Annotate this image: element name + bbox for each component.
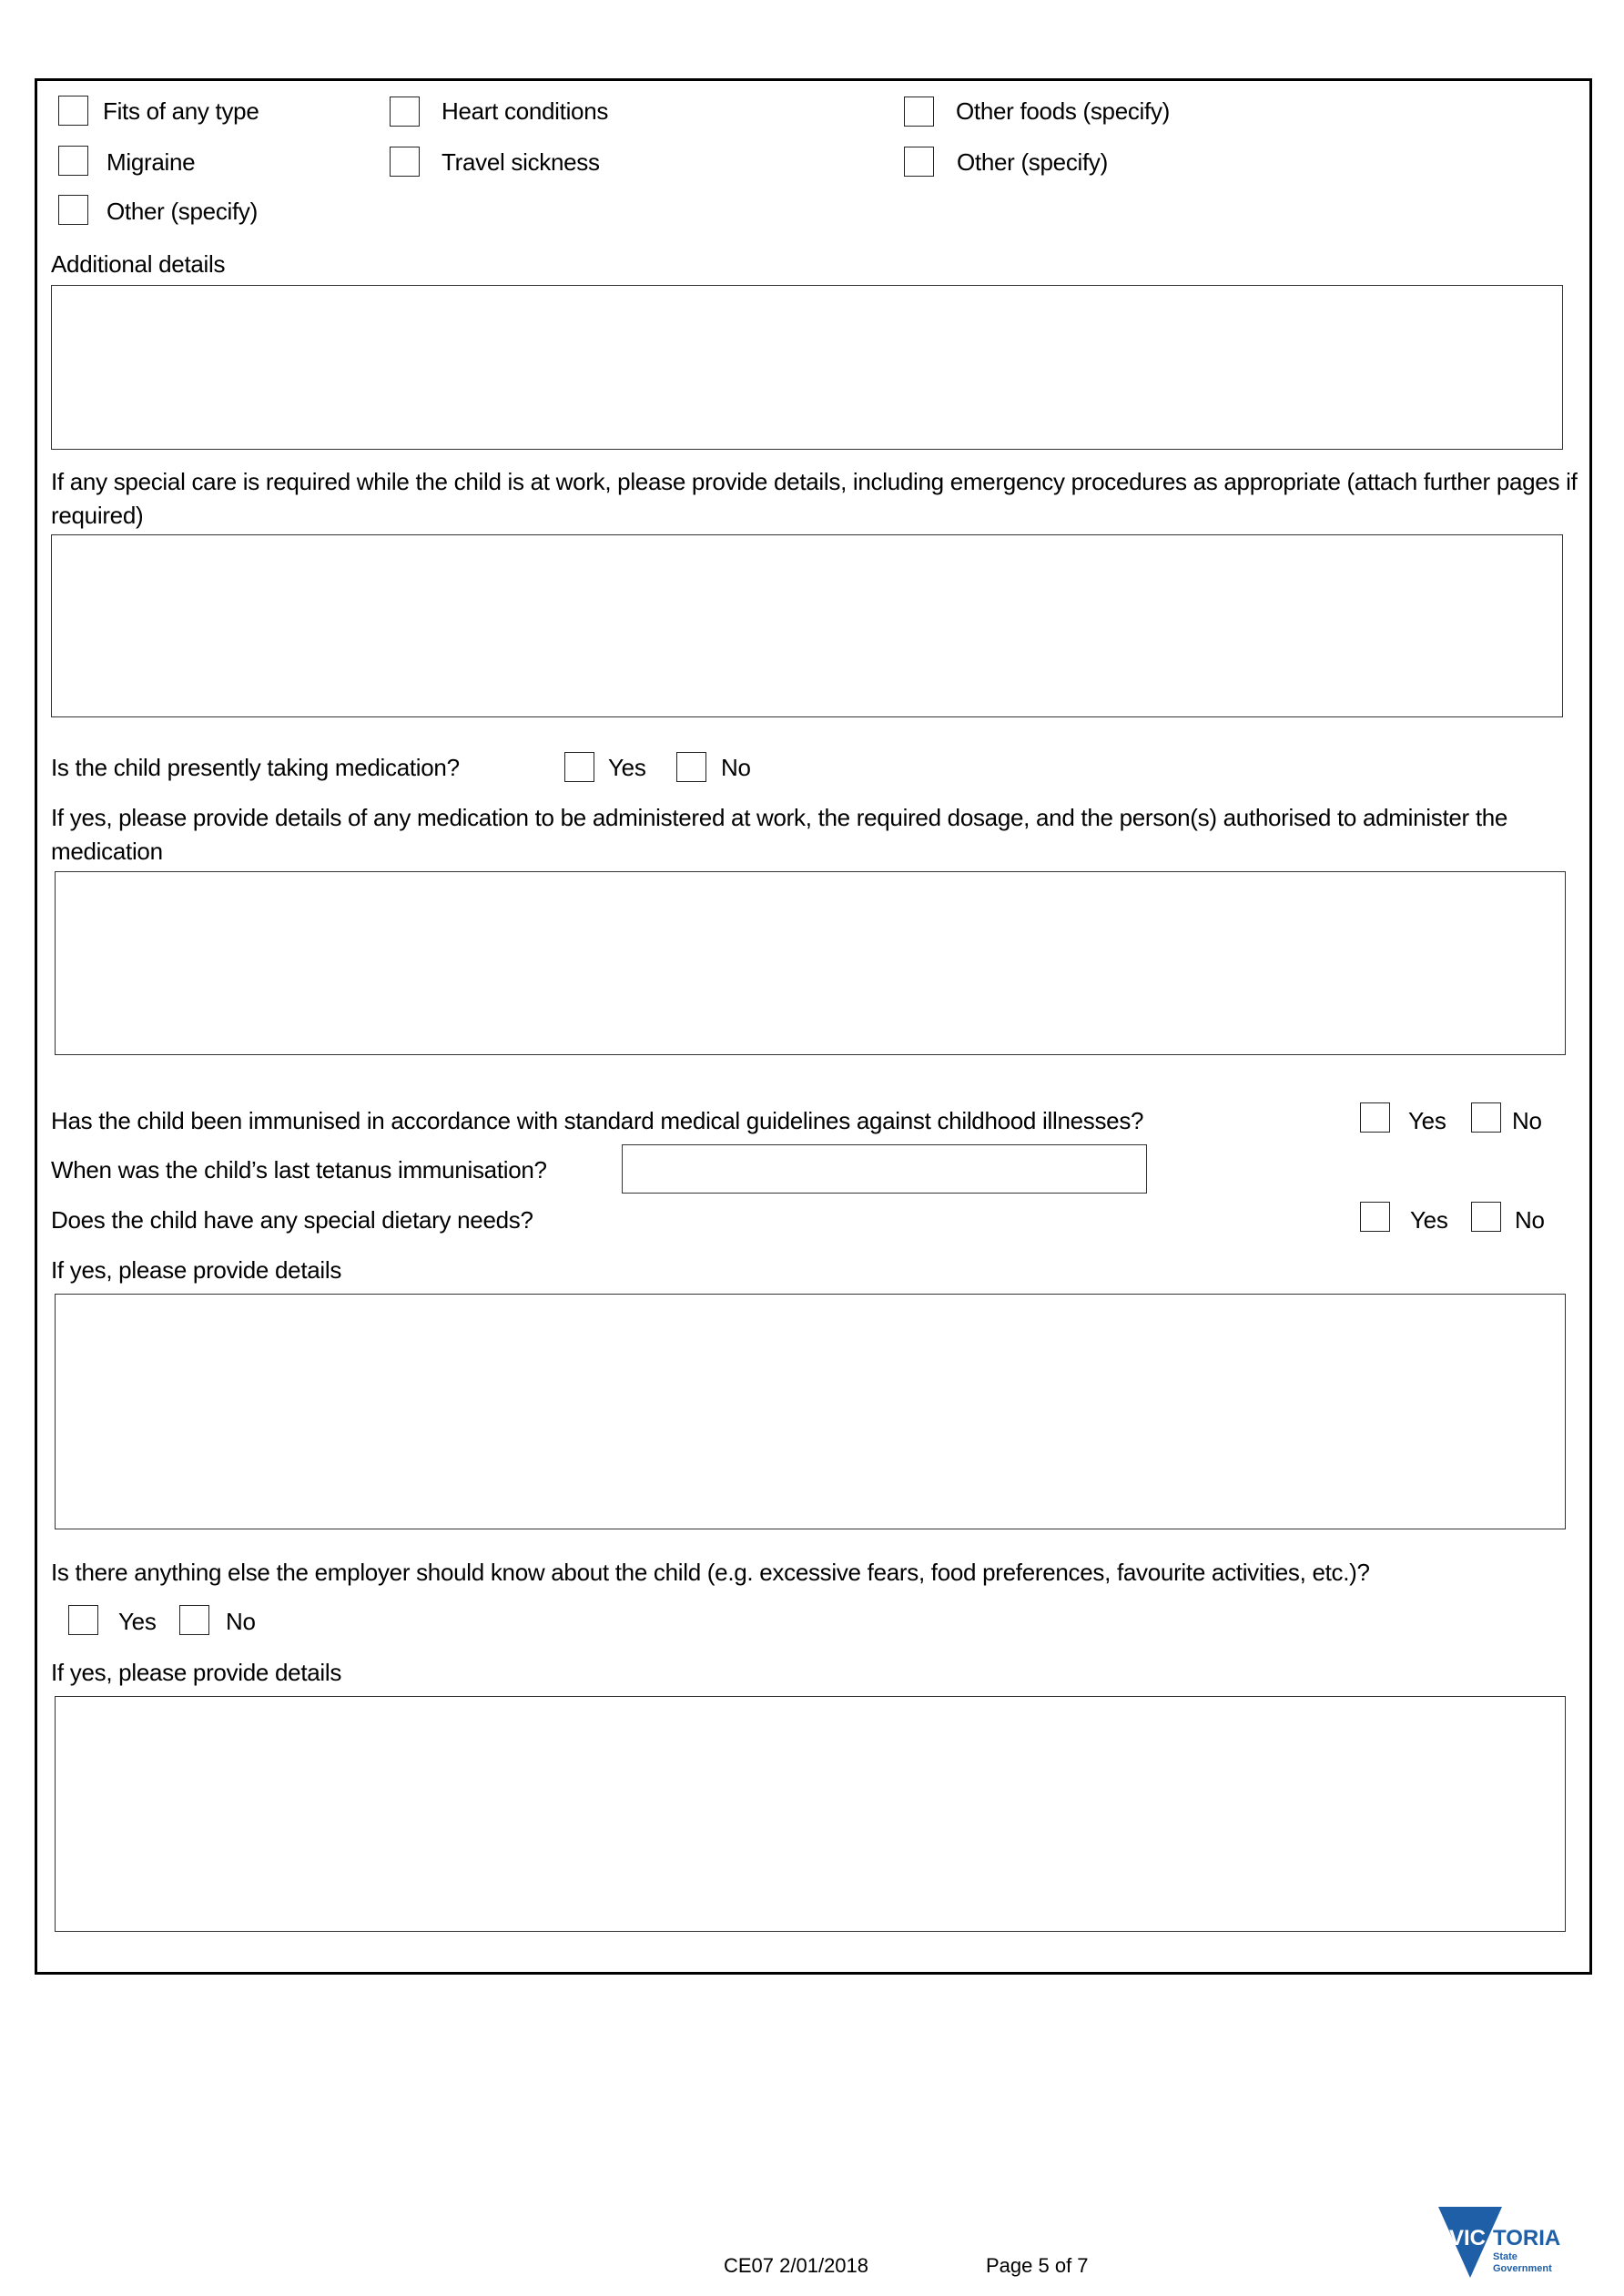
dietary-yes-checkbox[interactable] <box>1360 1202 1390 1232</box>
medication-no-checkbox[interactable] <box>676 752 706 782</box>
form-code: CE07 2/01/2018 <box>724 2254 869 2277</box>
anything-else-details-field[interactable] <box>55 1696 1566 1932</box>
dietary-no-label: No <box>1515 1206 1545 1234</box>
logo-text-victoria-outer: TORIA <box>1493 2226 1560 2250</box>
checkbox-other-foods[interactable] <box>904 97 934 127</box>
immunised-yes-label: Yes <box>1408 1107 1446 1134</box>
tetanus-date-field[interactable] <box>622 1144 1147 1194</box>
anything-else-question: Is there anything else the employer shou… <box>51 1559 1370 1586</box>
immunised-yes-checkbox[interactable] <box>1360 1102 1390 1133</box>
medication-yes-label: Yes <box>608 754 646 781</box>
medication-no-label: No <box>721 754 751 781</box>
checkbox-heart-conditions[interactable] <box>390 97 420 127</box>
label-fits: Fits of any type <box>103 97 259 125</box>
dietary-details-label: If yes, please provide details <box>51 1256 342 1284</box>
dietary-question: Does the child have any special dietary … <box>51 1206 533 1234</box>
additional-details-label: Additional details <box>51 250 226 278</box>
victoria-state-government-logo: VIC VICTORIA TORIA State Government <box>1438 2207 1560 2278</box>
medication-details-label: If yes, please provide details of any me… <box>51 804 1508 865</box>
label-travel-sickness: Travel sickness <box>442 148 600 176</box>
special-care-label: If any special care is required while th… <box>51 468 1578 529</box>
anything-else-yes-checkbox[interactable] <box>68 1605 98 1635</box>
label-migraine: Migraine <box>107 148 196 176</box>
dietary-details-field[interactable] <box>55 1294 1566 1529</box>
checkbox-migraine[interactable] <box>58 146 88 176</box>
medication-details-field[interactable] <box>55 871 1566 1055</box>
immunised-question: Has the child been immunised in accordan… <box>51 1107 1144 1134</box>
medication-yes-checkbox[interactable] <box>564 752 594 782</box>
label-other-foods: Other foods (specify) <box>956 97 1171 125</box>
label-heart-conditions: Heart conditions <box>442 97 609 125</box>
page-number: Page 5 of 7 <box>986 2254 1089 2277</box>
special-care-field[interactable] <box>51 534 1563 717</box>
label-other-specify-2: Other (specify) <box>957 148 1108 176</box>
label-other-specify-1: Other (specify) <box>107 198 258 225</box>
logo-text-government: Government <box>1493 2263 1552 2274</box>
immunised-no-label: No <box>1512 1107 1542 1134</box>
checkbox-travel-sickness[interactable] <box>390 147 420 177</box>
anything-else-details-label: If yes, please provide details <box>51 1659 342 1686</box>
dietary-yes-label: Yes <box>1410 1206 1448 1234</box>
tetanus-question: When was the child’s last tetanus immuni… <box>51 1156 547 1184</box>
checkbox-fits[interactable] <box>58 96 88 126</box>
immunised-no-checkbox[interactable] <box>1471 1102 1501 1133</box>
medication-question: Is the child presently taking medication… <box>51 754 460 781</box>
checkbox-other-specify-2[interactable] <box>904 147 934 177</box>
logo-text-state: State <box>1493 2251 1517 2262</box>
additional-details-field[interactable] <box>51 285 1563 450</box>
logo-text-victoria-inner: VIC <box>1449 2226 1486 2250</box>
anything-else-no-label: No <box>226 1608 256 1635</box>
dietary-no-checkbox[interactable] <box>1471 1202 1501 1232</box>
anything-else-no-checkbox[interactable] <box>179 1605 209 1635</box>
anything-else-yes-label: Yes <box>118 1608 157 1635</box>
checkbox-other-specify-1[interactable] <box>58 195 88 225</box>
